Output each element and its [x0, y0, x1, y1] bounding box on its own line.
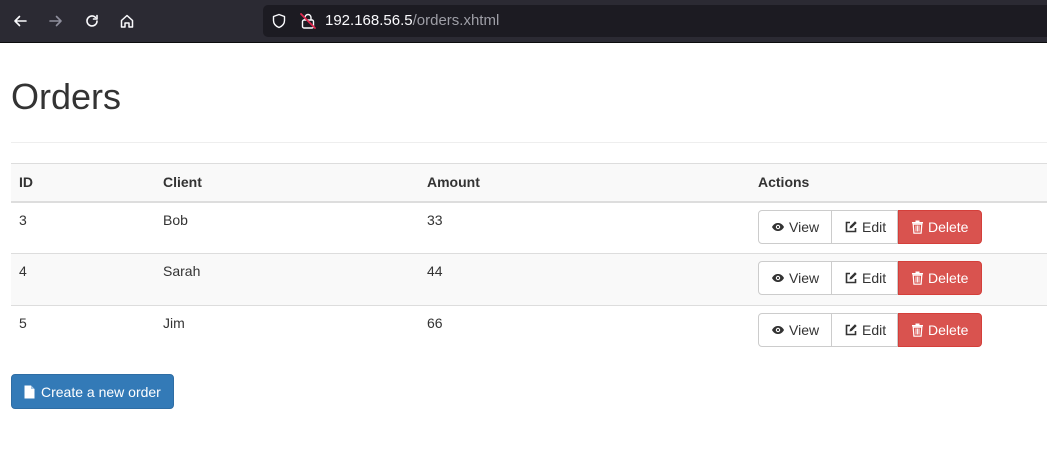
cell-id: 3 — [19, 211, 27, 228]
table-header-row: ID Client Amount Actions — [11, 163, 1047, 202]
eye-icon — [772, 222, 784, 231]
delete-label: Delete — [928, 322, 969, 338]
url-bar[interactable]: 192.168.56.5/orders.xhtml — [263, 5, 1047, 37]
view-button[interactable]: View — [758, 313, 832, 347]
url-path: /orders.xhtml — [412, 12, 500, 29]
url-host: 192.168.56.5 — [325, 12, 413, 29]
view-button[interactable]: View — [758, 209, 832, 244]
delete-label: Delete — [928, 218, 969, 235]
row-actions: View Edit Delete — [758, 313, 982, 347]
trash-icon — [912, 323, 923, 337]
cell-actions: View Edit Delete — [750, 306, 1047, 358]
home-button[interactable] — [115, 9, 139, 33]
cell-client: Sarah — [163, 263, 201, 279]
orders-table: ID Client Amount Actions 3 Bob 33 View E… — [11, 163, 1047, 358]
edit-label: Edit — [862, 270, 887, 286]
view-label: View — [789, 270, 820, 286]
edit-icon — [845, 324, 857, 336]
eye-icon — [772, 274, 784, 282]
home-icon — [120, 14, 134, 28]
file-icon — [24, 385, 35, 398]
edit-button[interactable]: Edit — [832, 313, 898, 347]
arrow-right-icon — [49, 15, 62, 27]
header-amount: Amount — [427, 174, 480, 191]
delete-button[interactable]: Delete — [898, 261, 982, 295]
edit-icon — [845, 272, 857, 284]
cell-actions: View Edit Delete — [750, 202, 1047, 254]
view-label: View — [789, 322, 820, 338]
cell-actions: View Edit Delete — [750, 254, 1047, 306]
header-id: ID — [19, 174, 33, 191]
arrow-left-icon — [14, 15, 27, 27]
table-row: 3 Bob 33 View Edit Delete — [11, 202, 1047, 254]
table-row: 5 Jim 66 View Edit Delete — [11, 306, 1047, 358]
view-label: View — [789, 218, 820, 235]
cell-id: 5 — [19, 315, 27, 331]
shield-icon[interactable] — [271, 13, 287, 29]
cell-client: Bob — [163, 211, 188, 228]
row-actions: View Edit Delete — [758, 209, 982, 244]
edit-button[interactable]: Edit — [832, 209, 898, 244]
trash-icon — [912, 271, 923, 285]
cell-amount: 66 — [427, 315, 443, 331]
row-actions: View Edit Delete — [758, 261, 982, 295]
table-row: 4 Sarah 44 View Edit Delete — [11, 253, 1047, 306]
cell-id: 4 — [19, 263, 27, 279]
cell-amount: 44 — [427, 263, 443, 279]
view-button[interactable]: View — [758, 261, 832, 295]
back-button[interactable] — [8, 9, 32, 33]
edit-label: Edit — [862, 218, 887, 235]
cell-client: Jim — [163, 315, 185, 331]
title-divider — [11, 142, 1047, 143]
reload-icon — [86, 14, 98, 27]
header-actions: Actions — [758, 174, 810, 191]
edit-button[interactable]: Edit — [832, 261, 898, 295]
edit-icon — [845, 220, 857, 232]
page-content: Orders ID Client Amount Actions 3 Bob 33 — [0, 43, 1047, 455]
create-order-button[interactable]: Create a new order — [11, 374, 174, 409]
header-client: Client — [163, 174, 202, 191]
table-header: ID Client Amount Actions — [11, 163, 1047, 202]
forward-button[interactable] — [44, 9, 68, 33]
trash-icon — [912, 220, 923, 234]
insecure-lock-icon[interactable] — [299, 12, 317, 30]
browser-toolbar: 192.168.56.5/orders.xhtml — [0, 0, 1047, 43]
delete-button[interactable]: Delete — [898, 313, 982, 347]
create-order-label: Create a new order — [41, 383, 161, 400]
delete-label: Delete — [928, 270, 969, 286]
eye-icon — [772, 326, 784, 334]
page-title: Orders — [11, 76, 122, 117]
table-body: 3 Bob 33 View Edit Delete 4 Sarah 44 Vie… — [11, 202, 1047, 358]
url-text[interactable]: 192.168.56.5/orders.xhtml — [325, 12, 499, 30]
reload-button[interactable] — [80, 9, 104, 33]
edit-label: Edit — [862, 322, 887, 338]
delete-button[interactable]: Delete — [898, 209, 982, 244]
cell-amount: 33 — [427, 211, 443, 228]
